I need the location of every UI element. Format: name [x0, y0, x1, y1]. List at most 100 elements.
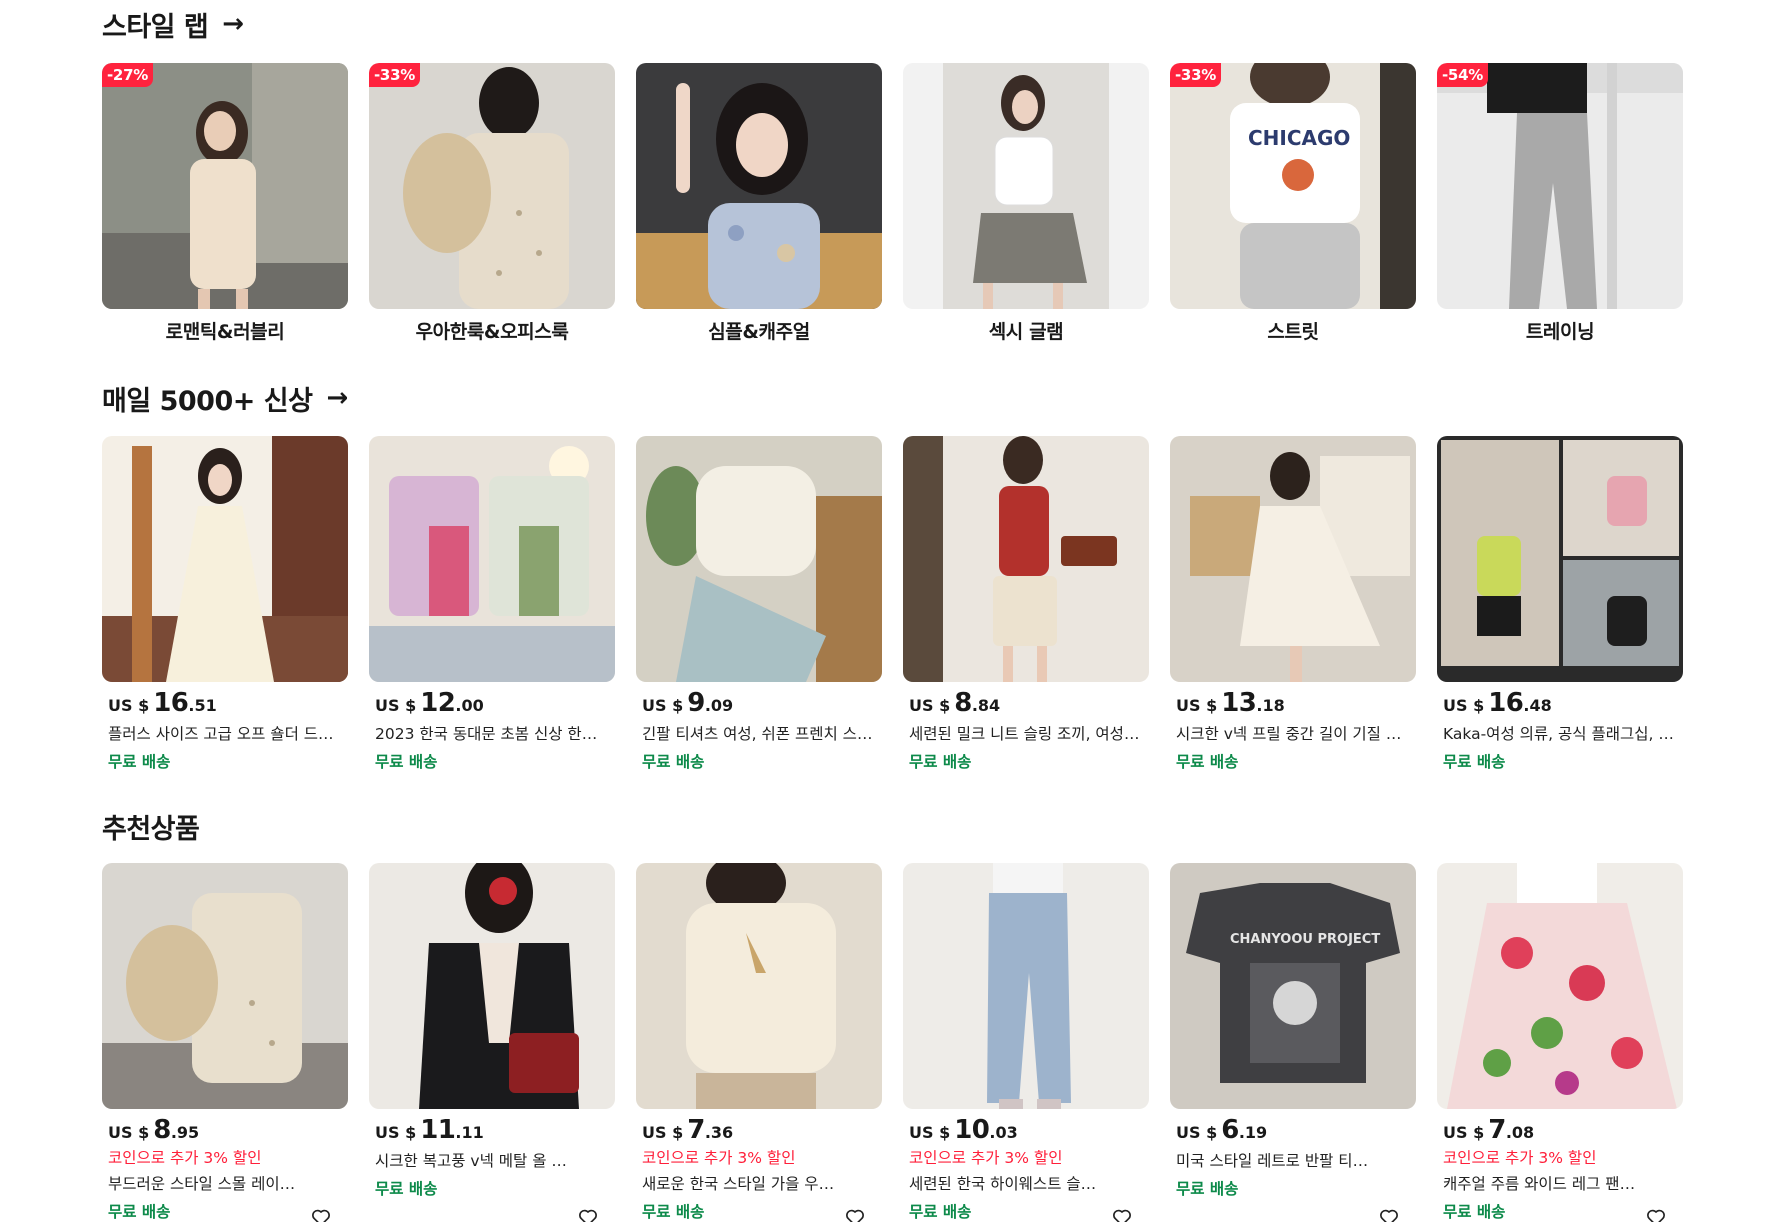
product-image[interactable]	[1437, 863, 1683, 1109]
product-title[interactable]: 플러스 사이즈 고급 오프 숄더 드레...	[102, 722, 342, 744]
svg-text:CHICAGO: CHICAGO	[1248, 126, 1350, 150]
product-price: US $6.19	[1176, 1115, 1268, 1145]
coin-discount-label: 코인으로 추가 3% 할인	[1443, 1149, 1597, 1167]
category-image[interactable]: CHICAGO -33%	[1170, 63, 1416, 309]
free-shipping-label: 무료 배송	[909, 753, 972, 771]
product-price: US $8.84	[909, 688, 1001, 718]
free-shipping-label: 무료 배송	[1443, 753, 1506, 771]
product-title[interactable]: 긴팔 티셔츠 여성, 쉬폰 프렌치 스타...	[636, 722, 876, 744]
product-title[interactable]: 캐주얼 주름 와이드 레그 팬츠 ...	[1437, 1172, 1637, 1194]
style-category-card[interactable]: 섹시 글램	[903, 63, 1149, 344]
style-category-card[interactable]: -27% 로맨틱&러블리	[102, 63, 348, 344]
category-label: 심플&캐주얼	[708, 321, 810, 343]
new-arrivals-title: 매일 5000+ 신상	[102, 385, 313, 417]
product-card[interactable]: US $7.36 코인으로 추가 3% 할인 새로운 한국 스타일 가을 우아.…	[636, 863, 882, 1222]
wishlist-heart-icon[interactable]	[577, 1206, 599, 1222]
discount-badge: -54%	[1437, 63, 1488, 87]
product-price: US $16.48	[1443, 688, 1552, 718]
style-lab-grid: -27% 로맨틱&러블리 -33% 우아한룩&오피스룩 심플&캐주얼 섹시 글램…	[102, 63, 1683, 344]
free-shipping-label: 무료 배송	[375, 753, 438, 771]
category-label: 우아한룩&오피스룩	[415, 321, 569, 343]
product-price: US $12.00	[375, 688, 484, 718]
style-lab-header[interactable]: 스타일 랩 →	[102, 4, 244, 44]
product-price: US $9.09	[642, 688, 734, 718]
product-card[interactable]: US $8.95 코인으로 추가 3% 할인 부드러운 스타일 스몰 레이스 .…	[102, 863, 348, 1222]
new-arrivals-header[interactable]: 매일 5000+ 신상 →	[102, 378, 348, 418]
wishlist-heart-icon[interactable]	[310, 1206, 332, 1222]
product-title[interactable]: 미국 스타일 레트로 반팔 티셔...	[1170, 1149, 1370, 1171]
product-image[interactable]	[369, 863, 615, 1109]
product-image[interactable]	[903, 863, 1149, 1109]
product-title[interactable]: 세련된 밀크 니트 슬링 조끼, 여성 ...	[903, 722, 1143, 744]
product-price: US $13.18	[1176, 688, 1285, 718]
category-image[interactable]: -27%	[102, 63, 348, 309]
style-category-card[interactable]: -54% 트레이닝	[1437, 63, 1683, 344]
product-image[interactable]	[903, 436, 1149, 682]
product-card[interactable]: US $16.51 플러스 사이즈 고급 오프 숄더 드레... 무료 배송	[102, 436, 348, 772]
product-image[interactable]	[1437, 436, 1683, 682]
product-price: US $16.51	[108, 688, 217, 718]
category-image[interactable]: -54%	[1437, 63, 1683, 309]
coin-discount-label: 코인으로 추가 3% 할인	[108, 1149, 262, 1167]
product-image[interactable]: CHANYOOU PROJECT	[1170, 863, 1416, 1109]
arrow-right-icon[interactable]: →	[222, 11, 244, 37]
coin-discount-label: 코인으로 추가 3% 할인	[642, 1149, 796, 1167]
product-image[interactable]	[102, 863, 348, 1109]
product-image[interactable]	[1170, 436, 1416, 682]
discount-badge: -33%	[369, 63, 420, 87]
product-price: US $11.11	[375, 1115, 484, 1145]
wishlist-heart-icon[interactable]	[1645, 1206, 1667, 1222]
coin-discount-label: 코인으로 추가 3% 할인	[909, 1149, 1063, 1167]
product-title[interactable]: Kaka-여성 의류, 공식 플래그십, 정...	[1437, 722, 1677, 744]
category-label: 트레이닝	[1525, 321, 1595, 343]
svg-text:CHANYOOU PROJECT: CHANYOOU PROJECT	[1230, 932, 1380, 947]
arrow-right-icon[interactable]: →	[326, 385, 348, 411]
product-title[interactable]: 부드러운 스타일 스몰 레이스 ...	[102, 1172, 302, 1194]
style-category-card[interactable]: CHICAGO -33% 스트릿	[1170, 63, 1416, 344]
wishlist-heart-icon[interactable]	[1111, 1206, 1133, 1222]
product-card[interactable]: US $12.00 2023 한국 동대문 초봄 신상 한국 ... 무료 배송	[369, 436, 615, 772]
style-category-card[interactable]: 심플&캐주얼	[636, 63, 882, 344]
product-card[interactable]: US $9.09 긴팔 티셔츠 여성, 쉬폰 프렌치 스타... 무료 배송	[636, 436, 882, 772]
free-shipping-label: 무료 배송	[375, 1180, 438, 1198]
category-image[interactable]	[903, 63, 1149, 309]
product-image[interactable]	[102, 436, 348, 682]
style-category-card[interactable]: -33% 우아한룩&오피스룩	[369, 63, 615, 344]
product-price: US $7.08	[1443, 1115, 1535, 1145]
wishlist-heart-icon[interactable]	[844, 1206, 866, 1222]
category-label: 섹시 글램	[988, 321, 1064, 343]
product-price: US $8.95	[108, 1115, 200, 1145]
product-card[interactable]: US $16.48 Kaka-여성 의류, 공식 플래그십, 정... 무료 배…	[1437, 436, 1683, 772]
product-title[interactable]: 세련된 한국 하이웨스트 슬리...	[903, 1172, 1103, 1194]
free-shipping-label: 무료 배송	[1176, 753, 1239, 771]
product-title[interactable]: 새로운 한국 스타일 가을 우아...	[636, 1172, 836, 1194]
product-card[interactable]: US $7.08 코인으로 추가 3% 할인 캐주얼 주름 와이드 레그 팬츠 …	[1437, 863, 1683, 1222]
product-title[interactable]: 시크한 v넥 프릴 중간 길이 기질 스...	[1170, 722, 1410, 744]
recommended-grid: US $8.95 코인으로 추가 3% 할인 부드러운 스타일 스몰 레이스 .…	[102, 863, 1683, 1222]
product-card[interactable]: US $10.03 코인으로 추가 3% 할인 세련된 한국 하이웨스트 슬리.…	[903, 863, 1149, 1222]
product-price: US $7.36	[642, 1115, 734, 1145]
product-card[interactable]: US $13.18 시크한 v넥 프릴 중간 길이 기질 스... 무료 배송	[1170, 436, 1416, 772]
product-price: US $10.03	[909, 1115, 1018, 1145]
product-title[interactable]: 시크한 복고풍 v넥 메탈 올 매...	[369, 1149, 569, 1171]
product-card[interactable]: CHANYOOU PROJECT US $6.19 미국 스타일 레트로 반팔 …	[1170, 863, 1416, 1222]
new-arrivals-grid: US $16.51 플러스 사이즈 고급 오프 숄더 드레... 무료 배송 U…	[102, 436, 1683, 772]
recommended-title: 추천상품	[102, 813, 200, 845]
product-image[interactable]	[636, 436, 882, 682]
category-label: 로맨틱&러블리	[165, 321, 285, 343]
free-shipping-label: 무료 배송	[108, 753, 171, 771]
product-title[interactable]: 2023 한국 동대문 초봄 신상 한국 ...	[369, 722, 609, 744]
product-card[interactable]: US $8.84 세련된 밀크 니트 슬링 조끼, 여성 ... 무료 배송	[903, 436, 1149, 772]
product-card[interactable]: US $11.11 시크한 복고풍 v넥 메탈 올 매... 무료 배송	[369, 863, 615, 1222]
product-image[interactable]	[369, 436, 615, 682]
category-image[interactable]: -33%	[369, 63, 615, 309]
free-shipping-label: 무료 배송	[1176, 1180, 1239, 1198]
wishlist-heart-icon[interactable]	[1378, 1206, 1400, 1222]
style-lab-title: 스타일 랩	[102, 11, 209, 43]
category-label: 스트릿	[1267, 321, 1319, 343]
category-image[interactable]	[636, 63, 882, 309]
free-shipping-label: 무료 배송	[642, 753, 705, 771]
discount-badge: -27%	[102, 63, 153, 87]
discount-badge: -33%	[1170, 63, 1221, 87]
product-image[interactable]	[636, 863, 882, 1109]
